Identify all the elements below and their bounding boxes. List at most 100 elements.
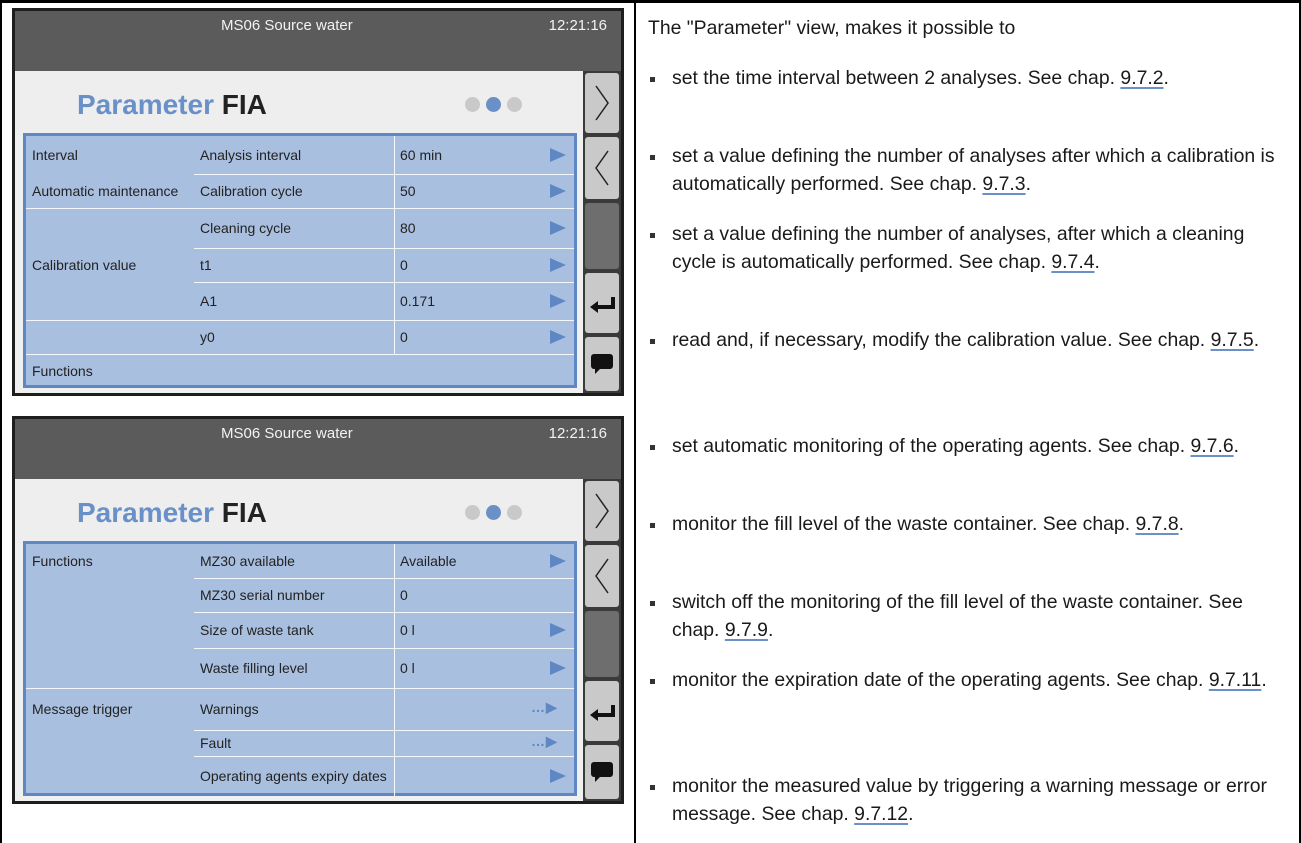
ellipsis-arrow-icon[interactable]: …▶ bbox=[531, 733, 558, 750]
frame-left-border bbox=[0, 0, 2, 843]
scrollbar[interactable] bbox=[585, 203, 619, 269]
row-value bbox=[394, 688, 554, 730]
row-group-label: Calibration value bbox=[32, 257, 137, 273]
table-row[interactable]: Functions MZ30 available Available bbox=[26, 544, 574, 578]
bullet-marker bbox=[650, 233, 655, 238]
next-page-button[interactable] bbox=[585, 73, 619, 133]
arrow-right-icon[interactable] bbox=[550, 258, 566, 272]
column-divider bbox=[394, 136, 395, 354]
back-button[interactable] bbox=[585, 681, 619, 741]
chapter-link[interactable]: 9.7.8 bbox=[1135, 513, 1178, 535]
screen-body: Parameter FIA Interval Analysis interval 60… bbox=[15, 71, 621, 393]
navigation-sidebar bbox=[583, 479, 621, 801]
row-parameter-label: Size of waste tank bbox=[200, 622, 314, 638]
previous-page-button[interactable] bbox=[585, 137, 619, 199]
chapter-link[interactable]: 9.7.11 bbox=[1209, 669, 1261, 691]
previous-page-button[interactable] bbox=[585, 545, 619, 607]
table-row[interactable]: Size of waste tank 0 l bbox=[26, 612, 574, 648]
table-row[interactable]: Operating agents expiry dates bbox=[26, 756, 574, 796]
chapter-link[interactable]: 9.7.4 bbox=[1051, 251, 1094, 273]
bullet-text-end: . bbox=[1261, 669, 1267, 691]
column-divider bbox=[634, 0, 636, 843]
bullet-item: read and, if necessary, modify the calib… bbox=[648, 326, 1293, 354]
chapter-link[interactable]: 9.7.12 bbox=[854, 803, 908, 825]
bullet-text: read and, if necessary, modify the calib… bbox=[672, 329, 1211, 351]
ellipsis-arrow-icon[interactable]: …▶ bbox=[531, 699, 558, 716]
message-button[interactable] bbox=[585, 745, 619, 799]
measuring-station-name: MS06 Source water bbox=[221, 425, 353, 442]
row-parameter-label: Warnings bbox=[200, 701, 259, 717]
table-row[interactable]: Message trigger Warnings …▶ bbox=[26, 688, 574, 730]
message-button[interactable] bbox=[585, 337, 619, 391]
scrollbar[interactable] bbox=[585, 611, 619, 677]
page-title: Parameter FIA bbox=[77, 89, 267, 121]
bullet-marker bbox=[650, 339, 655, 344]
bullet-marker bbox=[650, 77, 655, 82]
back-arrow-icon bbox=[589, 293, 615, 313]
bullet-text-end: . bbox=[908, 803, 914, 825]
page-title: Parameter FIA bbox=[77, 497, 267, 529]
table-row[interactable]: Waste filling level 0 l bbox=[26, 648, 574, 688]
next-page-button[interactable] bbox=[585, 481, 619, 541]
arrow-right-icon[interactable] bbox=[550, 661, 566, 675]
bullet-text-end: . bbox=[1025, 173, 1031, 195]
chapter-link[interactable]: 9.7.6 bbox=[1190, 435, 1233, 457]
page-dot bbox=[486, 505, 501, 520]
row-value: 60 min bbox=[400, 147, 443, 163]
bullet-text: monitor the fill level of the waste cont… bbox=[672, 513, 1136, 535]
arrow-right-icon[interactable] bbox=[550, 294, 566, 308]
arrow-right-icon[interactable] bbox=[550, 184, 566, 198]
bullet-item: switch off the monitoring of the fill le… bbox=[648, 588, 1293, 644]
chapter-link[interactable]: 9.7.5 bbox=[1211, 329, 1254, 351]
table-row[interactable]: Automatic maintenance Calibration cycle 50 bbox=[26, 174, 574, 208]
bullet-item: monitor the measured value by triggering… bbox=[648, 772, 1293, 828]
navigation-sidebar bbox=[583, 71, 621, 393]
row-divider bbox=[26, 208, 574, 209]
row-parameter-label: A1 bbox=[200, 293, 218, 309]
row-value: 0 bbox=[400, 587, 408, 603]
arrow-right-icon[interactable] bbox=[550, 554, 566, 568]
table-row[interactable]: y0 0 bbox=[26, 320, 574, 354]
arrow-right-icon[interactable] bbox=[550, 148, 566, 162]
arrow-right-icon[interactable] bbox=[550, 221, 566, 235]
table-row[interactable]: MZ30 serial number 0 bbox=[26, 578, 574, 612]
parameter-table: Functions MZ30 available Available MZ30 ser… bbox=[23, 541, 577, 796]
table-row[interactable]: Fault …▶ bbox=[26, 730, 574, 756]
row-group-label bbox=[26, 578, 194, 612]
chapter-link[interactable]: 9.7.3 bbox=[982, 173, 1025, 195]
row-parameter-label: Analysis interval bbox=[200, 147, 302, 163]
row-parameter-label: y0 bbox=[200, 329, 215, 345]
row-parameter-label: Fault bbox=[200, 735, 232, 751]
chevron-right-icon bbox=[593, 491, 611, 531]
row-value bbox=[394, 756, 554, 796]
table-row[interactable]: Calibration value t1 0 bbox=[26, 248, 574, 282]
row-parameter-label: MZ30 available bbox=[200, 553, 295, 569]
page-dot bbox=[507, 97, 522, 112]
back-button[interactable] bbox=[585, 273, 619, 333]
arrow-right-icon[interactable] bbox=[550, 769, 566, 783]
row-group-label bbox=[26, 648, 194, 688]
row-parameter-label: Waste filling level bbox=[200, 660, 308, 676]
chapter-link[interactable]: 9.7.2 bbox=[1120, 67, 1163, 89]
arrow-right-icon[interactable] bbox=[550, 330, 566, 344]
row-group-label bbox=[26, 208, 194, 248]
bullet-item: set automatic monitoring of the operatin… bbox=[648, 432, 1293, 460]
row-divider bbox=[26, 320, 574, 321]
row-divider bbox=[194, 648, 574, 649]
page-dot bbox=[465, 505, 480, 520]
row-divider bbox=[194, 248, 574, 249]
bullet-marker bbox=[650, 601, 655, 606]
row-divider bbox=[26, 688, 574, 689]
table-row[interactable]: Interval Analysis interval 60 min bbox=[26, 136, 574, 174]
row-parameter-label: Operating agents expiry dates bbox=[200, 768, 387, 784]
frame-top-border bbox=[0, 0, 1301, 3]
bullet-item: set a value defining the number of analy… bbox=[648, 142, 1293, 198]
table-row[interactable]: A1 0.171 bbox=[26, 282, 574, 320]
chapter-link[interactable]: 9.7.9 bbox=[725, 619, 768, 641]
arrow-right-icon[interactable] bbox=[550, 623, 566, 637]
table-row[interactable]: Functions bbox=[26, 354, 574, 388]
title-fia: FIA bbox=[221, 89, 267, 120]
row-value bbox=[394, 730, 554, 756]
message-icon bbox=[590, 353, 614, 375]
table-row[interactable]: Cleaning cycle 80 bbox=[26, 208, 574, 248]
